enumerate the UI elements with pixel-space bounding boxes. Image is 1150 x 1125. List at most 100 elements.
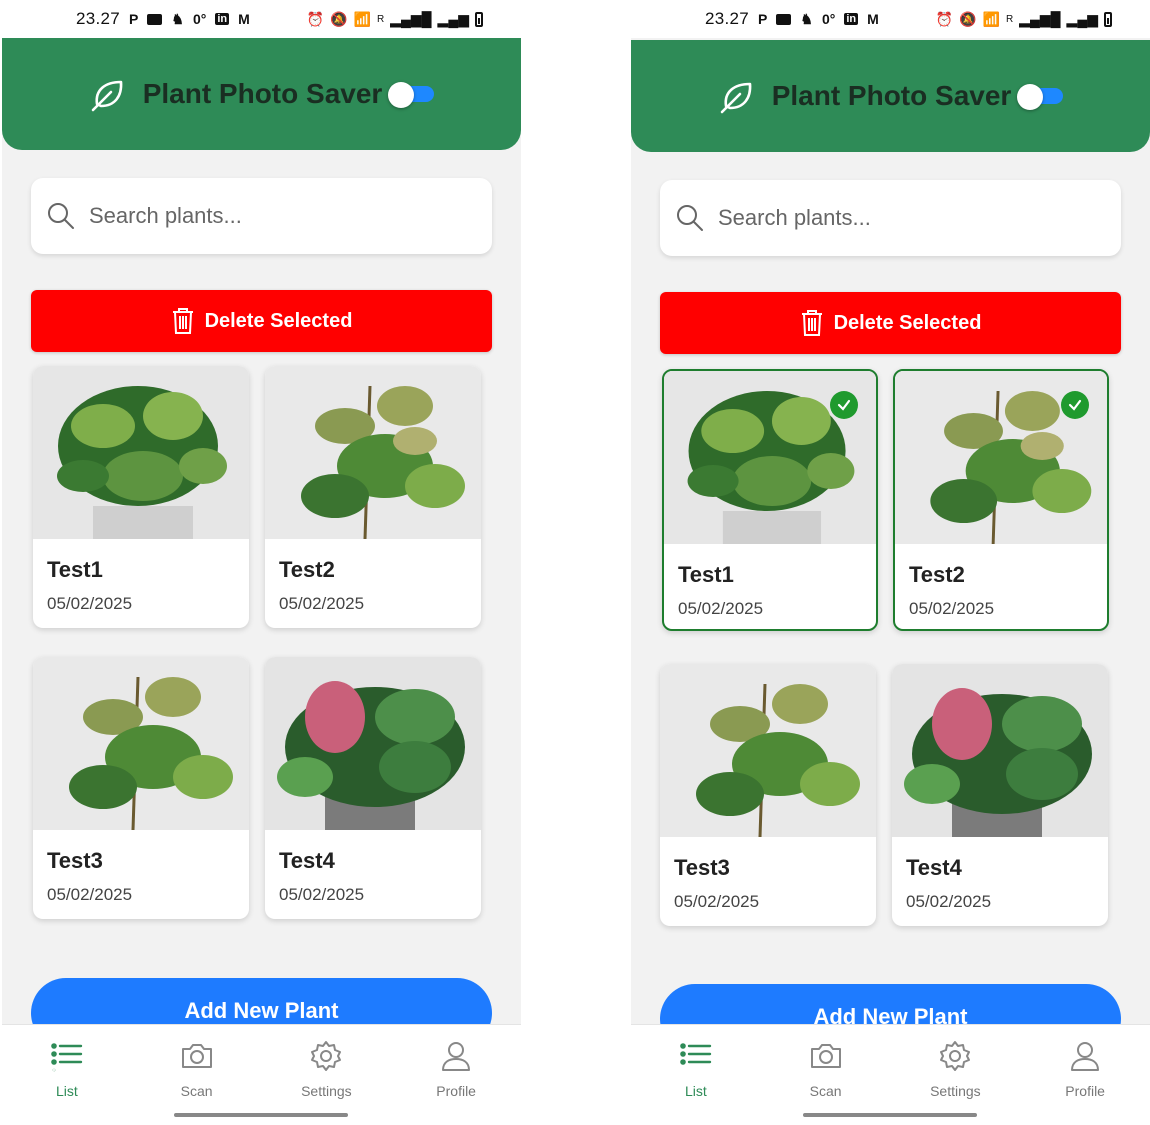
- network-label: R: [376, 13, 385, 25]
- add-new-plant-label: Add New Plant: [184, 998, 339, 1023]
- plant-name: Test1: [678, 562, 734, 587]
- tab-list[interactable]: List: [631, 1025, 761, 1125]
- delete-selected-button[interactable]: Delete Selected: [660, 292, 1121, 354]
- app-notification-icon: ♞: [800, 10, 813, 27]
- mail-icon: M: [238, 11, 250, 27]
- tab-settings-label: Settings: [301, 1083, 352, 1099]
- plant-photo: [265, 657, 481, 830]
- tab-profile-label: Profile: [436, 1083, 476, 1099]
- plant-photo: [33, 657, 249, 830]
- selected-check-icon: [830, 391, 858, 419]
- signal-icon: ▂▄▆█: [390, 10, 432, 27]
- leaf-icon: [720, 82, 751, 114]
- plant-name: Test3: [47, 848, 103, 873]
- plant-card[interactable]: Test2 05/02/2025: [265, 366, 481, 628]
- plant-card[interactable]: Test4 05/02/2025: [265, 657, 481, 919]
- phone-screen-right: 23.27 P ♞ 0° in M ⏰ 🔕 📶 R ▂▄▆█ ▂▄▆ Plant…: [631, 0, 1150, 1125]
- plant-date: 05/02/2025: [674, 892, 760, 911]
- alarm-icon: ⏰: [306, 10, 325, 27]
- network-label: R: [1005, 13, 1014, 25]
- signal2-icon: ▂▄▆: [1066, 10, 1098, 27]
- plant-card[interactable]: Test3 05/02/2025: [33, 657, 249, 919]
- gear-icon: [311, 1041, 342, 1071]
- alarm-icon: ⏰: [935, 10, 954, 27]
- phone-screen-left: 23.27 P ♞ 0° in M ⏰ 🔕 📶 R ▂▄▆█ ▂▄▆ Plant…: [2, 0, 521, 1125]
- tab-profile[interactable]: Profile: [391, 1025, 521, 1125]
- tab-settings[interactable]: Settings: [262, 1025, 392, 1125]
- tab-list-label: List: [55, 1083, 78, 1099]
- mail-icon: M: [867, 11, 879, 27]
- plant-date: 05/02/2025: [678, 599, 764, 618]
- plant-card-selected[interactable]: Test2 05/02/2025: [893, 369, 1109, 631]
- plant-card[interactable]: Test4 05/02/2025: [892, 664, 1108, 926]
- tab-profile-label: Profile: [1065, 1083, 1105, 1099]
- camera-icon: [810, 1044, 841, 1068]
- wifi-icon: 📶: [982, 10, 1000, 27]
- search-input[interactable]: Search plants...: [660, 180, 1121, 256]
- plant-name: Test1: [47, 557, 103, 582]
- plant-photo: [660, 664, 876, 837]
- plant-name: Test4: [906, 855, 962, 880]
- plant-name: Test4: [279, 848, 335, 873]
- delete-selected-button[interactable]: Delete Selected: [31, 290, 492, 352]
- status-time: 23.27: [76, 9, 121, 28]
- signal2-icon: ▂▄▆: [437, 10, 469, 27]
- linkedin-icon: in: [215, 13, 230, 25]
- tab-settings-label: Settings: [930, 1083, 981, 1099]
- tab-scan-label: Scan: [809, 1083, 842, 1099]
- search-icon: [677, 205, 703, 231]
- app-title: Plant Photo Saver: [142, 78, 383, 109]
- trash-icon: [172, 308, 193, 334]
- plant-card[interactable]: Test1 05/02/2025: [33, 366, 249, 628]
- trash-icon: [801, 310, 822, 336]
- tab-list-label: List: [684, 1083, 707, 1099]
- plant-date: 05/02/2025: [279, 594, 365, 613]
- tab-scan[interactable]: Scan: [761, 1025, 891, 1125]
- plant-card-selected[interactable]: Test1 05/02/2025: [662, 369, 878, 631]
- status-bar: 23.27 P ♞ 0° in M ⏰ 🔕 📶 R ▂▄▆█ ▂▄▆: [2, 0, 521, 38]
- tab-list[interactable]: List: [2, 1025, 132, 1125]
- user-icon: [1071, 1042, 1100, 1071]
- status-bar: 23.27 P ♞ 0° in M ⏰ 🔕 📶 R ▂▄▆█ ▂▄▆: [631, 0, 1150, 38]
- plant-date: 05/02/2025: [279, 885, 365, 904]
- home-indicator[interactable]: [174, 1113, 348, 1117]
- toggle-knob: [388, 82, 415, 108]
- app-header: Plant Photo Saver: [2, 38, 521, 150]
- home-indicator[interactable]: [803, 1113, 977, 1117]
- camera-icon: [181, 1044, 212, 1068]
- plant-name: Test2: [909, 562, 965, 587]
- mute-icon: 🔕: [330, 10, 348, 27]
- plant-date: 05/02/2025: [47, 594, 133, 613]
- youtube-icon: [147, 13, 163, 25]
- selected-check-icon: [1061, 391, 1089, 419]
- list-icon: [680, 1043, 712, 1065]
- battery-icon: [1104, 11, 1112, 27]
- plant-name: Test3: [674, 855, 730, 880]
- plant-card[interactable]: Test3 05/02/2025: [660, 664, 876, 926]
- gear-icon: [940, 1041, 971, 1071]
- tab-scan-label: Scan: [180, 1083, 213, 1099]
- bottom-tab-bar: List Scan Settings Profile: [631, 1024, 1150, 1125]
- plant-date: 05/02/2025: [906, 892, 992, 911]
- delete-selected-label: Delete Selected: [204, 309, 353, 332]
- app-title: Plant Photo Saver: [771, 80, 1012, 111]
- bottom-tab-bar: List Scan Settings Profile: [2, 1024, 521, 1125]
- tab-scan[interactable]: Scan: [132, 1025, 262, 1125]
- theme-toggle[interactable]: [1017, 84, 1064, 110]
- search-placeholder: Search plants...: [718, 205, 871, 230]
- user-icon: [442, 1042, 471, 1071]
- tab-profile[interactable]: Profile: [1020, 1025, 1150, 1125]
- search-placeholder: Search plants...: [89, 203, 242, 228]
- temperature-text: 0°: [192, 11, 207, 27]
- search-input[interactable]: Search plants...: [31, 178, 492, 254]
- status-time: 23.27: [705, 9, 750, 28]
- plant-date: 05/02/2025: [47, 885, 133, 904]
- battery-icon: [475, 11, 483, 27]
- p-notification-icon: P: [129, 11, 139, 27]
- tab-settings[interactable]: Settings: [891, 1025, 1021, 1125]
- linkedin-icon: in: [844, 13, 859, 25]
- theme-toggle[interactable]: [388, 82, 435, 108]
- leaf-icon: [91, 80, 122, 112]
- wifi-icon: 📶: [353, 10, 371, 27]
- delete-selected-label: Delete Selected: [833, 311, 982, 334]
